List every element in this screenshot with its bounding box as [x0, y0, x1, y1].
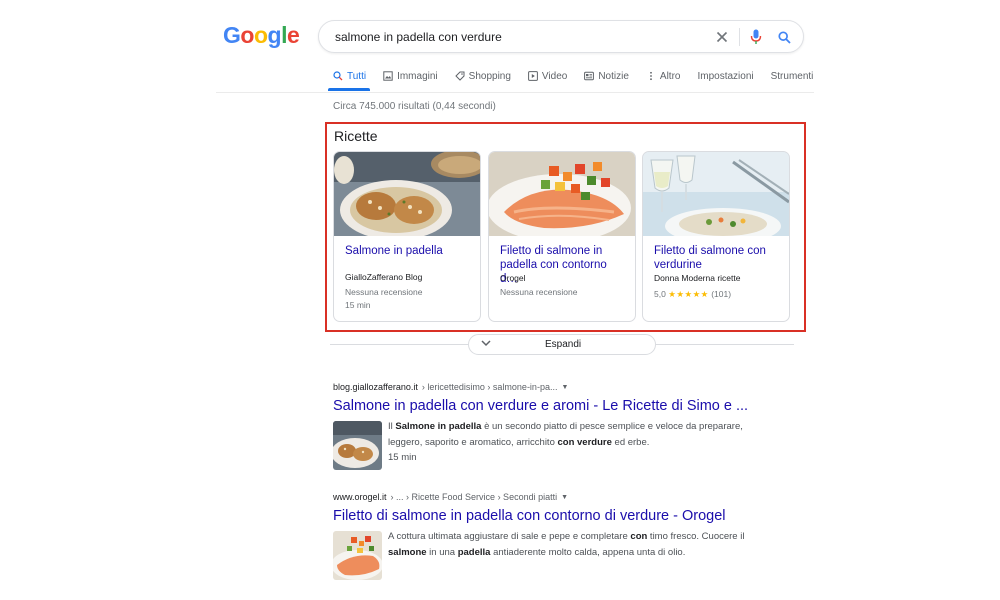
result-url[interactable]: blog.giallozafferano.it › lericettedisim…: [333, 382, 748, 392]
divider: [330, 344, 468, 345]
recipe-title[interactable]: Salmone in padella: [345, 244, 472, 258]
chevron-down-icon: [481, 339, 491, 350]
google-logo[interactable]: Google: [223, 22, 300, 49]
tag-icon: [454, 71, 465, 81]
result-extra: 15 min: [388, 452, 417, 463]
more-vert-icon: [650, 71, 652, 81]
expand-button[interactable]: Espandi: [468, 334, 656, 355]
recipe-source: GialloZafferano Blog: [345, 272, 423, 282]
tab-immagini[interactable]: Immagini: [383, 68, 438, 84]
recipe-reviews: Nessuna recensione: [345, 287, 423, 297]
search-result: www.orogel.it › ... › Ricette Food Servi…: [333, 492, 744, 589]
star-rating-icon: ★★★★★: [668, 289, 709, 299]
tab-impostazioni[interactable]: Impostazioni: [697, 68, 753, 84]
result-url[interactable]: www.orogel.it › ... › Ricette Food Servi…: [333, 492, 726, 502]
tab-shopping[interactable]: Shopping: [454, 68, 511, 84]
search-box[interactable]: salmone in padella con verdure: [318, 20, 804, 53]
search-icon[interactable]: [775, 28, 793, 46]
result-snippet: A cottura ultimata aggiustare di sale e …: [388, 531, 745, 558]
recipe-reviews: Nessuna recensione: [500, 287, 578, 297]
play-icon: [528, 71, 538, 81]
image-icon: [383, 71, 393, 81]
tab-strumenti[interactable]: Strumenti: [771, 68, 814, 84]
recipe-image: [643, 152, 789, 236]
tab-tutti[interactable]: Tutti: [327, 68, 371, 91]
search-input[interactable]: salmone in padella con verdure: [335, 30, 502, 44]
search-result: blog.giallozafferano.it › lericettedisim…: [333, 382, 748, 479]
recipe-source: Donna Moderna ricette: [654, 273, 741, 283]
recipe-rating: 5,0 ★★★★★ (101): [654, 289, 732, 299]
tab-altro[interactable]: Altro: [646, 68, 680, 84]
recipe-card[interactable]: Filetto di salmone con verdurine Donna M…: [642, 151, 790, 322]
news-icon: [584, 71, 595, 81]
recipe-source: Orogel: [500, 273, 526, 283]
result-title[interactable]: Salmone in padella con verdure e aromi -…: [333, 398, 748, 414]
recipe-image: [334, 152, 480, 236]
recipe-title[interactable]: Filetto di salmone con verdurine: [654, 244, 781, 272]
result-snippet: Il Salmone in padella è un secondo piatt…: [388, 421, 743, 463]
recipe-card[interactable]: Salmone in padella GialloZafferano Blog …: [333, 151, 481, 322]
tabs-divider: [216, 92, 814, 93]
recipe-time: 15 min: [345, 300, 371, 310]
dropdown-arrow-icon[interactable]: ▼: [561, 494, 568, 501]
recipe-image: [489, 152, 635, 236]
recipes-heading: Ricette: [334, 128, 378, 144]
result-title[interactable]: Filetto di salmone in padella con contor…: [333, 508, 726, 524]
dropdown-arrow-icon[interactable]: ▼: [561, 384, 568, 391]
divider: [656, 344, 794, 345]
result-thumbnail[interactable]: [333, 421, 382, 470]
tab-notizie[interactable]: Notizie: [584, 68, 629, 84]
result-thumbnail[interactable]: [333, 531, 382, 580]
clear-icon[interactable]: [713, 28, 731, 46]
microphone-icon[interactable]: [747, 28, 765, 46]
search-tabs: Tutti Immagini Shopping Video Notizie Al…: [327, 68, 830, 91]
tab-video[interactable]: Video: [528, 68, 567, 84]
result-stats: Circa 745.000 risultati (0,44 secondi): [333, 101, 496, 112]
search-icon: [333, 71, 343, 81]
recipe-card[interactable]: Filetto di salmone in padella con contor…: [488, 151, 636, 322]
